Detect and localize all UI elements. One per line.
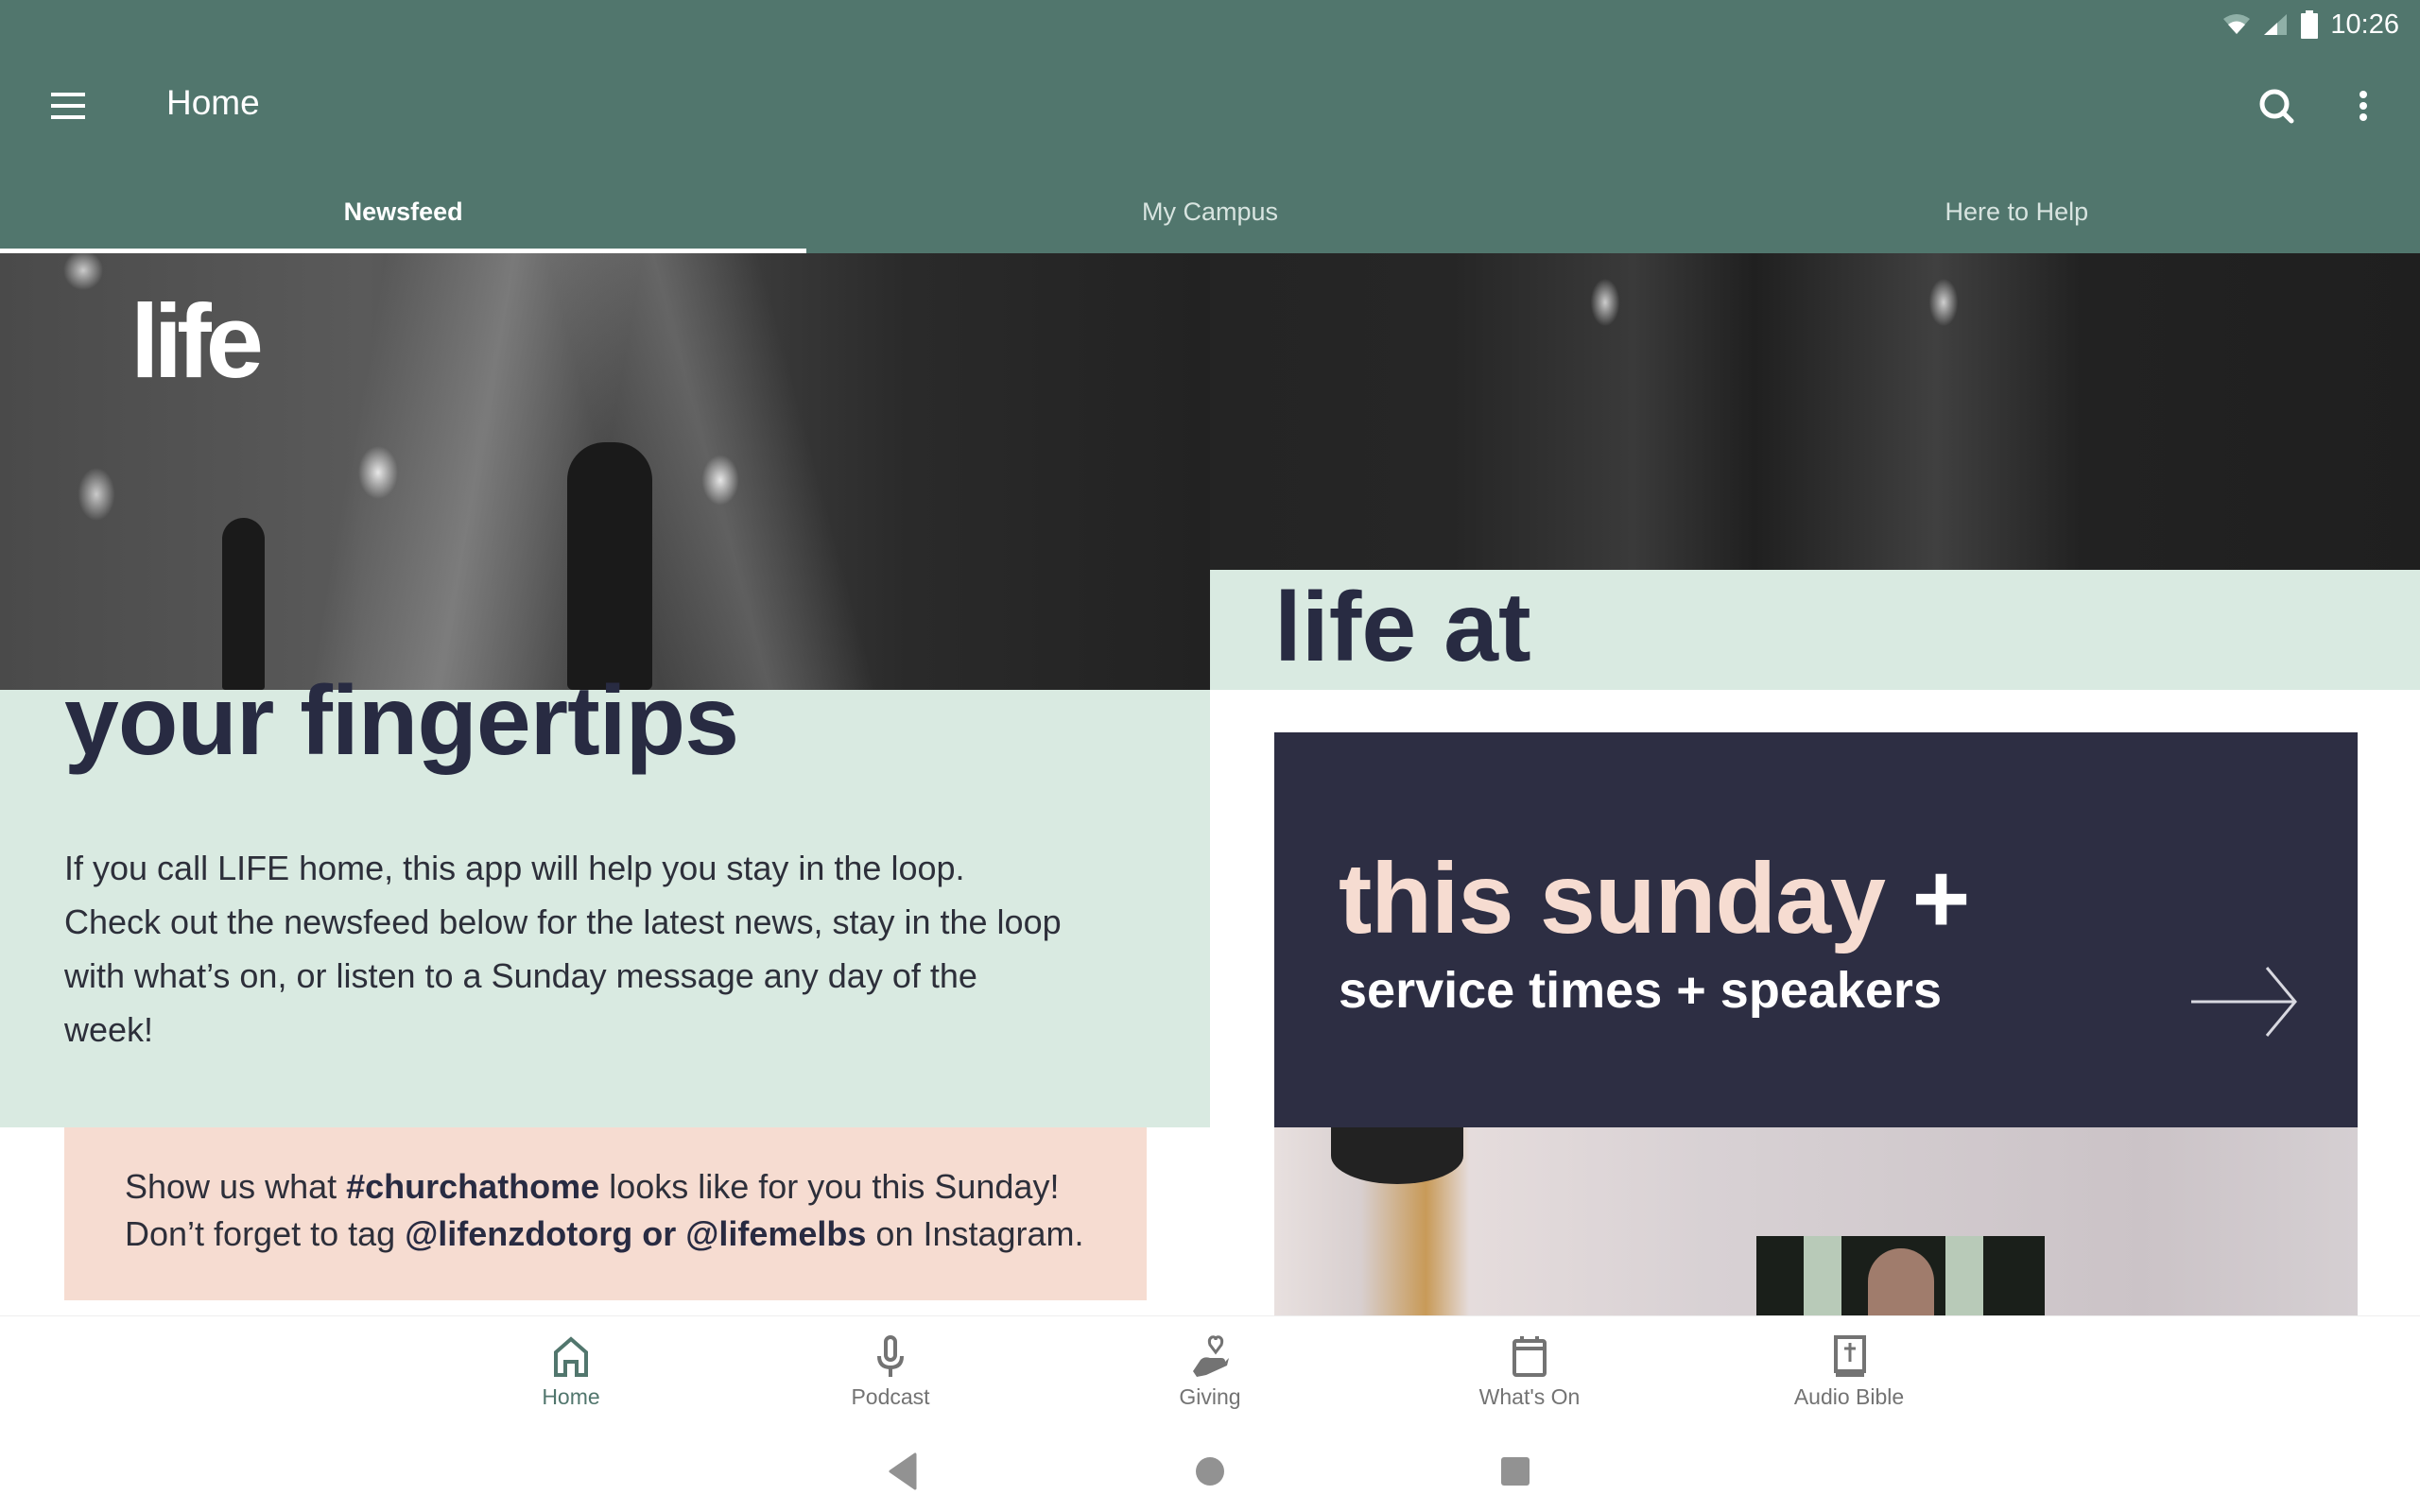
- callout-text-part: looks like for you this Sunday!: [599, 1167, 1060, 1206]
- hashtag-churchathome: #churchathome: [346, 1167, 600, 1206]
- intro-block: your fingertips If you call LIFE home, t…: [0, 666, 1210, 1127]
- nav-home-label: Home: [542, 1384, 600, 1409]
- headline-band-right: life at: [1210, 570, 2420, 690]
- speaker-on-screen: [1868, 1248, 1934, 1315]
- bible-icon: [1834, 1335, 1866, 1377]
- arrow-right-icon[interactable]: [2187, 964, 2301, 1040]
- tab-newsfeed[interactable]: Newsfeed: [0, 170, 807, 253]
- app-bar: 10:26 Home Newsfeed My Campus Here to He…: [0, 0, 2420, 253]
- nav-podcast-label: Podcast: [851, 1384, 930, 1409]
- nav-whats-on-label: What's On: [1478, 1384, 1581, 1409]
- nav-podcast[interactable]: Podcast: [796, 1316, 985, 1428]
- callout-text-part: on Instagram.: [866, 1214, 1084, 1253]
- this-sunday-subtitle: service times + speakers: [1339, 962, 1942, 1019]
- clock: 10:26: [2330, 9, 2399, 40]
- back-icon[interactable]: [879, 1448, 926, 1495]
- recents-icon[interactable]: [1492, 1448, 1539, 1495]
- cellular-signal-icon: [2264, 14, 2288, 35]
- system-navigation-bar: [0, 1427, 2420, 1512]
- microphone-icon: [877, 1335, 904, 1377]
- intro-text: If you call LIFE home, this app will hel…: [64, 849, 1062, 1049]
- tab-bar: Newsfeed My Campus Here to Help: [0, 170, 2420, 253]
- this-sunday-card[interactable]: this sunday + service times + speakers: [1274, 732, 2358, 1127]
- instagram-handles: @lifenzdotorg or @lifemelbs: [405, 1214, 867, 1253]
- home-icon: [554, 1336, 588, 1377]
- page-title: Home: [166, 83, 260, 122]
- this-sunday-title-text: this sunday: [1339, 843, 1886, 954]
- more-vertical-icon[interactable]: [2335, 79, 2392, 136]
- callout-text: Show us what #churchathome looks like fo…: [125, 1163, 1084, 1258]
- bottom-navigation: Home Podcast Giving What's On Audio Bibl…: [0, 1315, 2420, 1427]
- giving-hand-heart-icon: [1193, 1335, 1229, 1377]
- lamp-shade: [1331, 1127, 1463, 1184]
- hand-silhouette: [567, 442, 652, 690]
- headline-life-at: life at: [1274, 573, 1531, 682]
- battery-icon: [2301, 10, 2319, 39]
- wifi-icon: [2223, 14, 2251, 34]
- nav-audio-bible[interactable]: Audio Bible: [1754, 1316, 1944, 1428]
- nav-home[interactable]: Home: [476, 1316, 666, 1428]
- plus-sign: +: [1911, 843, 1970, 954]
- tab-here-to-help[interactable]: Here to Help: [1614, 170, 2420, 253]
- hero-photo-crowd: life: [0, 253, 1210, 690]
- hamburger-menu-icon[interactable]: [43, 85, 93, 127]
- headline-your-fingertips: your fingertips: [64, 666, 739, 776]
- life-logo: life: [130, 284, 264, 400]
- callout-line-1: Show us what #churchathome looks like fo…: [125, 1163, 1084, 1211]
- status-bar: 10:26: [2222, 6, 2399, 43]
- nav-whats-on[interactable]: What's On: [1435, 1316, 1624, 1428]
- hero-photo-crowd-right: [1210, 253, 2420, 570]
- this-sunday-title: this sunday +: [1339, 842, 1970, 956]
- nav-giving[interactable]: Giving: [1115, 1316, 1305, 1428]
- instagram-callout: Show us what #churchathome looks like fo…: [64, 1127, 1147, 1300]
- calendar-icon: [1512, 1336, 1547, 1377]
- home-circle-icon[interactable]: [1186, 1448, 1234, 1495]
- callout-text-part: Show us what: [125, 1167, 347, 1206]
- hand-silhouette: [222, 518, 265, 690]
- livestream-photo[interactable]: [1274, 1127, 2358, 1315]
- nav-giving-label: Giving: [1179, 1384, 1241, 1409]
- search-icon[interactable]: [2250, 79, 2307, 136]
- callout-line-2: Don’t forget to tag @lifenzdotorg or @li…: [125, 1211, 1084, 1258]
- callout-text-part: Don’t forget to tag: [125, 1214, 406, 1253]
- tab-my-campus[interactable]: My Campus: [806, 170, 1613, 253]
- nav-audio-bible-label: Audio Bible: [1793, 1384, 1905, 1409]
- newsfeed-content[interactable]: life life at your fingertips If you call…: [0, 253, 2420, 1315]
